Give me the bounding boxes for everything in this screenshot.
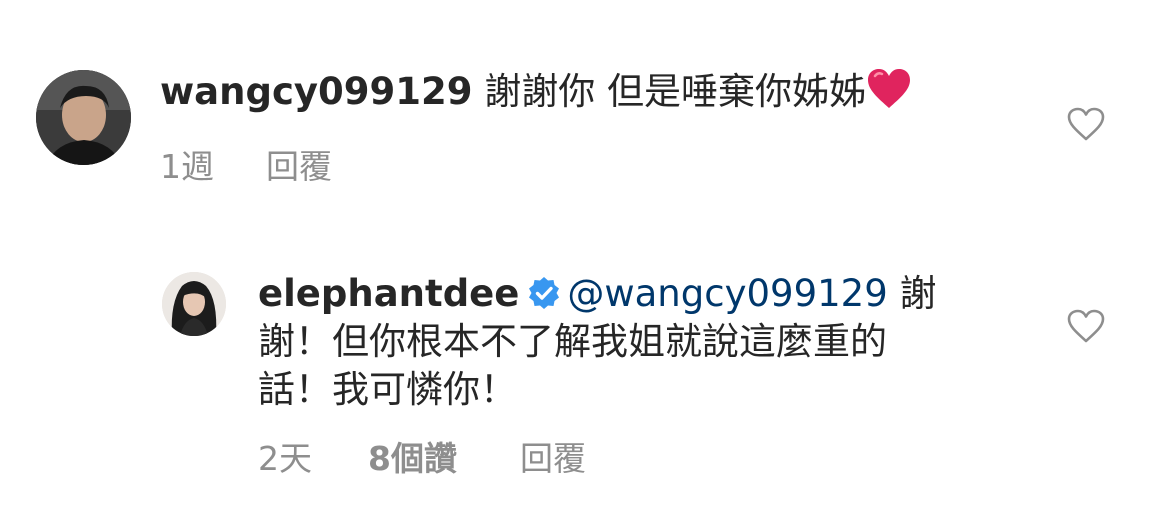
comment-body: 謝謝你 但是唾棄你姊姊 xyxy=(484,70,867,113)
timestamp: 1週 xyxy=(160,147,214,186)
red-heart-emoji-icon xyxy=(866,68,912,122)
like-heart-icon[interactable] xyxy=(1066,308,1106,344)
avatar[interactable] xyxy=(162,272,226,336)
comment-text: wangcy099129 謝謝你 但是唾棄你姊姊 xyxy=(160,68,1060,122)
likes-count[interactable]: 8個讚 xyxy=(368,432,457,480)
like-heart-icon[interactable] xyxy=(1066,106,1106,142)
comment-body-line3: 話！我可憐你！ xyxy=(258,368,517,411)
username[interactable]: wangcy099129 xyxy=(160,70,473,113)
verified-badge-icon xyxy=(527,274,561,322)
reply-button[interactable]: 回覆 xyxy=(266,140,332,188)
reply-button[interactable]: 回覆 xyxy=(520,432,586,480)
comment-body-line1: 謝 xyxy=(899,272,937,315)
comment-meta: 2天 8個讚 回覆 xyxy=(258,432,758,478)
comment-text: elephantdee @wangcy099129 謝 謝！但你根本不了解我姐就說… xyxy=(258,270,1018,414)
comment-body-line2: 謝！但你根本不了解我姐就說這麼重的 xyxy=(258,320,887,363)
reply-item: elephantdee @wangcy099129 謝 謝！但你根本不了解我姐就說… xyxy=(0,250,1170,500)
avatar[interactable] xyxy=(36,70,131,165)
username[interactable]: elephantdee xyxy=(258,272,519,315)
timestamp: 2天 xyxy=(258,439,312,478)
mention-link[interactable]: @wangcy099129 xyxy=(567,272,887,315)
comment-meta: 1週 回覆 xyxy=(160,140,560,186)
comment-item: wangcy099129 謝謝你 但是唾棄你姊姊 1週 回覆 xyxy=(0,0,1170,200)
